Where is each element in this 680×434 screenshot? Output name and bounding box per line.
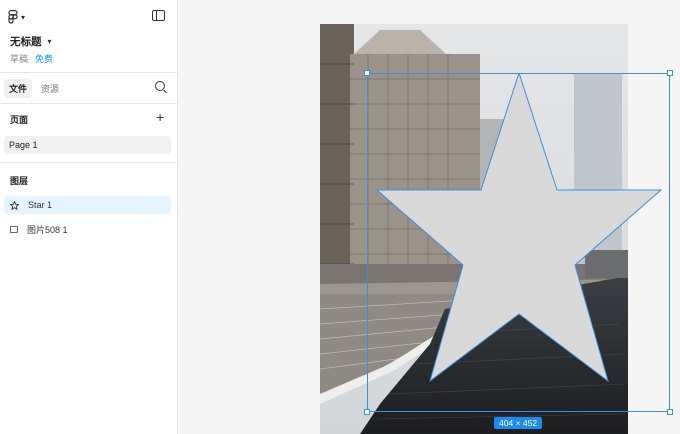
divider xyxy=(0,103,178,104)
plan-link[interactable]: 免费 xyxy=(35,52,53,65)
figma-logo-icon xyxy=(8,10,18,24)
draft-label: 草稿 xyxy=(10,54,29,64)
left-sidebar: ▾ 无标题 ▾ 草稿 免费 文件 资源 页面 + Page 1 图层 Star … xyxy=(0,0,178,434)
file-meta: 草稿 免费 xyxy=(10,52,53,65)
tab-assets[interactable]: 资源 xyxy=(36,79,64,98)
tab-file[interactable]: 文件 xyxy=(4,79,33,98)
star-icon xyxy=(10,200,19,210)
resize-handle-top-left[interactable] xyxy=(364,70,370,76)
divider xyxy=(0,72,178,73)
selection-box[interactable] xyxy=(367,73,670,412)
chevron-down-icon: ▾ xyxy=(47,37,52,46)
layer-label: Star 1 xyxy=(28,200,53,210)
main-menu-button[interactable]: ▾ xyxy=(8,8,25,26)
resize-handle-bottom-left[interactable] xyxy=(364,409,370,415)
divider xyxy=(0,162,178,163)
sidebar-tabs: 文件 资源 xyxy=(4,79,64,98)
search-icon[interactable] xyxy=(155,81,165,91)
resize-handle-top-right[interactable] xyxy=(667,70,673,76)
layer-item-star[interactable]: Star 1 xyxy=(4,196,171,214)
add-page-icon[interactable]: + xyxy=(156,110,164,124)
pages-title: 页面 xyxy=(10,115,29,125)
layer-label: 图片508 1 xyxy=(27,224,68,235)
layer-item-image[interactable]: 图片508 1 xyxy=(4,220,171,238)
size-badge: 404 × 452 xyxy=(494,417,543,429)
canvas[interactable]: 404 × 452 xyxy=(178,0,680,434)
page-item[interactable]: Page 1 xyxy=(4,136,171,154)
resize-handle-bottom-right[interactable] xyxy=(667,409,673,415)
file-title-button[interactable]: 无标题 ▾ xyxy=(10,34,52,49)
file-title: 无标题 xyxy=(10,36,42,48)
toggle-sidebar-icon[interactable] xyxy=(152,10,165,21)
layers-title: 图层 xyxy=(10,176,29,186)
image-icon xyxy=(10,225,18,233)
chevron-down-icon: ▾ xyxy=(21,12,26,22)
